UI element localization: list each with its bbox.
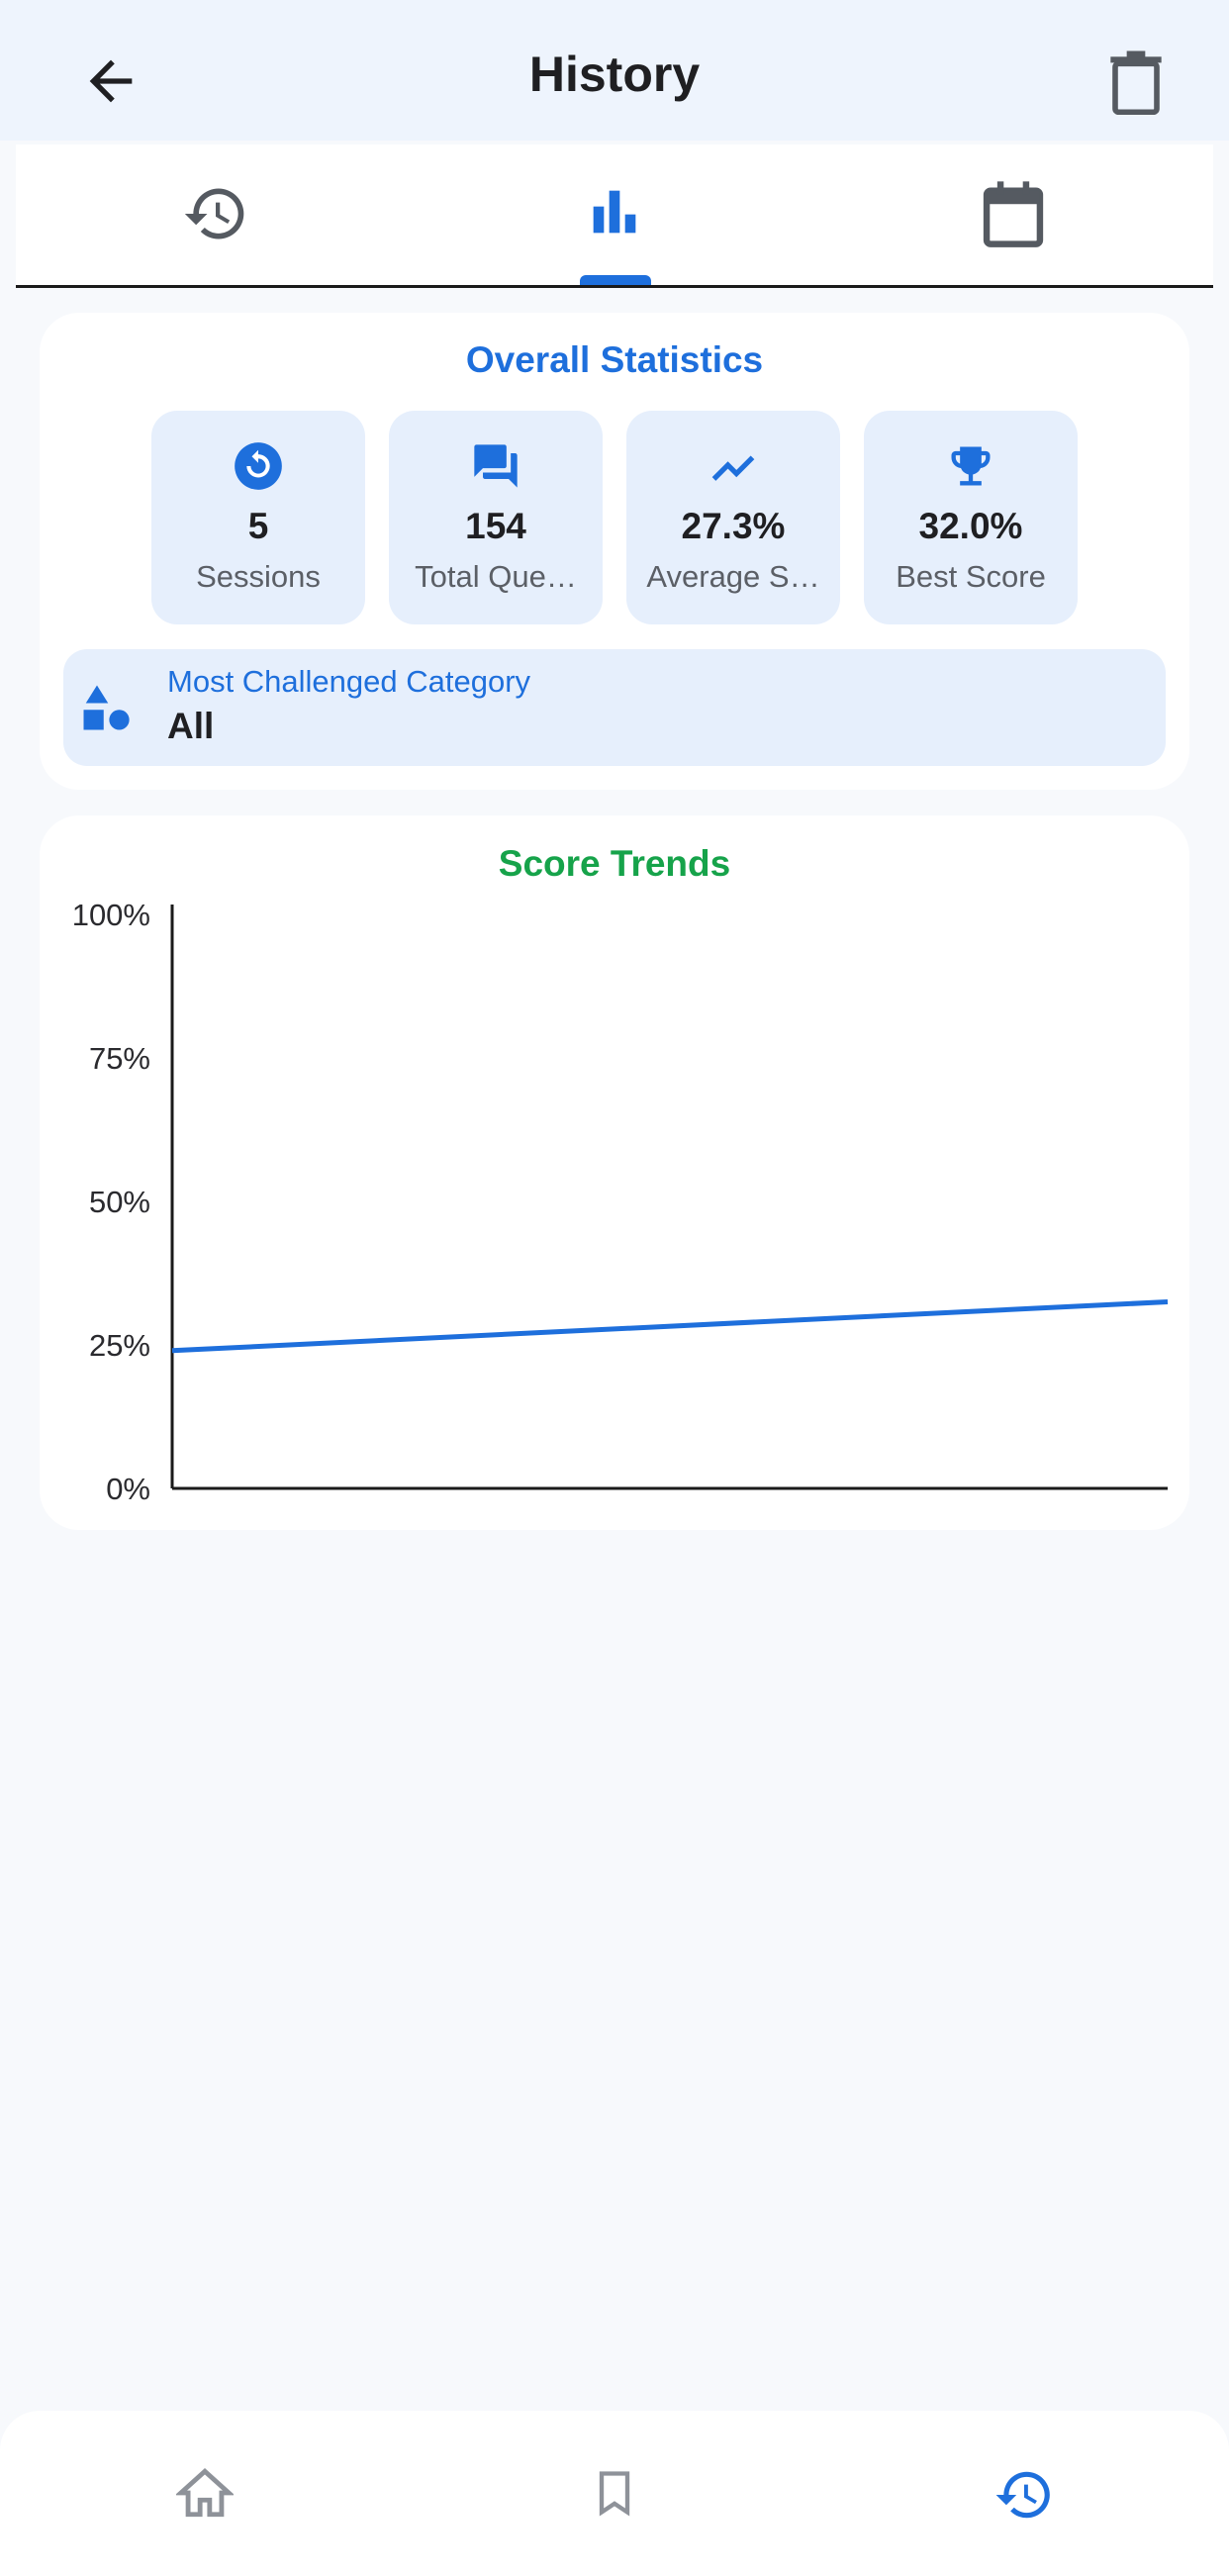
nav-home[interactable] <box>0 2411 410 2576</box>
bookmark-icon <box>599 2471 630 2517</box>
history-icon <box>995 2471 1050 2519</box>
tab-statistics[interactable] <box>415 144 813 285</box>
restart-icon <box>235 442 282 490</box>
stat-tile-total-questions: 154 Total Que… <box>389 411 603 624</box>
stat-tile-sessions: 5 Sessions <box>151 411 365 624</box>
stat-label: Best Score <box>896 559 1046 594</box>
stat-value: 154 <box>465 506 526 546</box>
stat-label: Average S… <box>646 559 820 594</box>
y-tick-label: 50% <box>89 1185 150 1219</box>
y-tick-label: 0% <box>106 1472 150 1506</box>
category-value: All <box>167 706 215 746</box>
bottom-navigation <box>0 2411 1229 2576</box>
overall-statistics-card: Overall Statistics 5 Sessions 154 Total … <box>40 313 1189 790</box>
stat-label: Total Que… <box>415 559 577 594</box>
home-icon <box>176 2467 234 2518</box>
y-tick-label: 75% <box>89 1041 150 1076</box>
tab-bar <box>16 144 1213 288</box>
category-shapes-icon <box>83 685 130 730</box>
series-line-0 <box>171 1299 1169 1354</box>
score-trends-chart: 0% 25% 50% 75% 100% <box>72 898 1169 1506</box>
stat-value: 5 <box>247 506 269 546</box>
tab-calendar[interactable] <box>813 144 1212 285</box>
trophy-icon <box>951 446 991 486</box>
most-challenged-category: Most Challenged Category All <box>63 649 1166 766</box>
chat-bubbles-icon <box>474 444 518 488</box>
calendar-icon <box>983 181 1043 247</box>
app-bar: History <box>0 0 1229 141</box>
delete-icon[interactable] <box>1108 49 1164 115</box>
nav-bookmarks[interactable] <box>410 2411 819 2576</box>
bar-chart-icon <box>593 190 635 234</box>
page-title: History <box>528 47 701 102</box>
category-label: Most Challenged Category <box>167 664 531 699</box>
history-icon <box>184 188 243 239</box>
stat-value: 32.0% <box>918 506 1023 546</box>
nav-history[interactable] <box>819 2411 1229 2576</box>
trending-up-icon <box>711 455 755 481</box>
stat-label: Sessions <box>196 559 321 594</box>
y-tick-label: 25% <box>89 1328 150 1363</box>
overall-statistics-title: Overall Statistics <box>465 339 764 380</box>
stat-tile-best-score: 32.0% Best Score <box>864 411 1078 624</box>
stat-value: 27.3% <box>681 506 786 546</box>
tab-history[interactable] <box>16 144 415 285</box>
stat-tile-average-score: 27.3% Average S… <box>626 411 840 624</box>
y-tick-label: 100% <box>72 898 150 932</box>
score-trends-card: Score Trends 0% 25% 50% 75% 100% <box>40 815 1189 1530</box>
active-tab-indicator <box>580 275 651 285</box>
